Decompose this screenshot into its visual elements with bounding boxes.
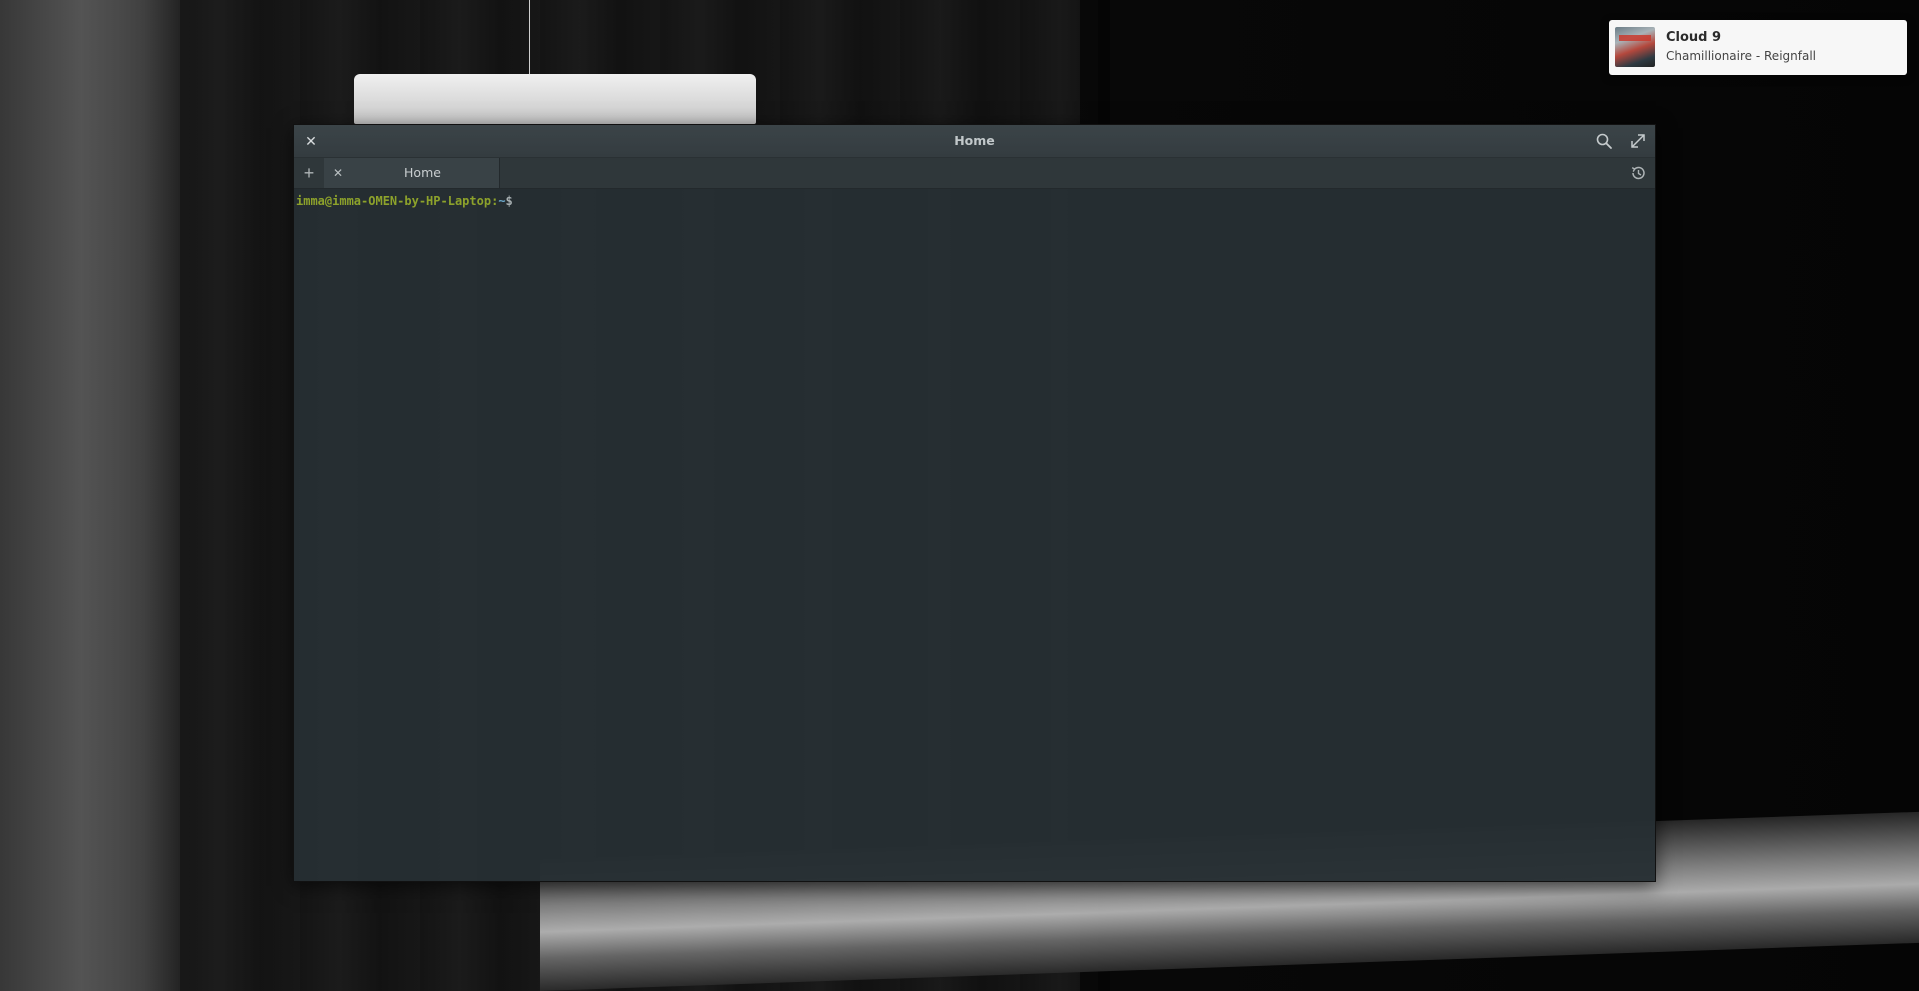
- wallpaper-lantern-cord: [529, 0, 530, 80]
- terminal-output[interactable]: imma@imma-OMEN-by-HP-Laptop:~$: [294, 189, 1655, 881]
- notification-body: Chamillionaire - Reignfall: [1666, 49, 1816, 63]
- prompt-line: imma@imma-OMEN-by-HP-Laptop:~$: [296, 193, 1653, 209]
- wallpaper-lantern: [354, 74, 756, 124]
- album-art-stripe: [1619, 35, 1651, 41]
- wallpaper-pillar: [0, 0, 180, 991]
- prompt-dollar: $: [505, 194, 513, 208]
- history-icon[interactable]: [1629, 164, 1647, 182]
- window-titlebar[interactable]: ✕ Home: [294, 125, 1655, 158]
- notification-title: Cloud 9: [1666, 30, 1722, 45]
- media-notification[interactable]: Cloud 9 Chamillionaire - Reignfall: [1609, 20, 1907, 75]
- plus-icon[interactable]: +: [294, 158, 325, 188]
- tab-bar: + ✕ Home: [294, 158, 1655, 189]
- window-title: Home: [954, 133, 995, 148]
- album-art: [1615, 27, 1655, 67]
- terminal-window: ✕ Home + ✕ Home imma@imma-OMEN-by-HP-Lap…: [293, 124, 1656, 882]
- tab-label: Home: [404, 165, 441, 180]
- tab-close-icon[interactable]: ✕: [330, 158, 346, 188]
- search-icon[interactable]: [1595, 132, 1613, 150]
- maximize-icon[interactable]: [1629, 132, 1647, 150]
- prompt-user-host: imma@imma-OMEN-by-HP-Laptop: [296, 194, 492, 208]
- tab-home[interactable]: ✕ Home: [324, 158, 500, 188]
- prompt-path: ~: [498, 194, 506, 208]
